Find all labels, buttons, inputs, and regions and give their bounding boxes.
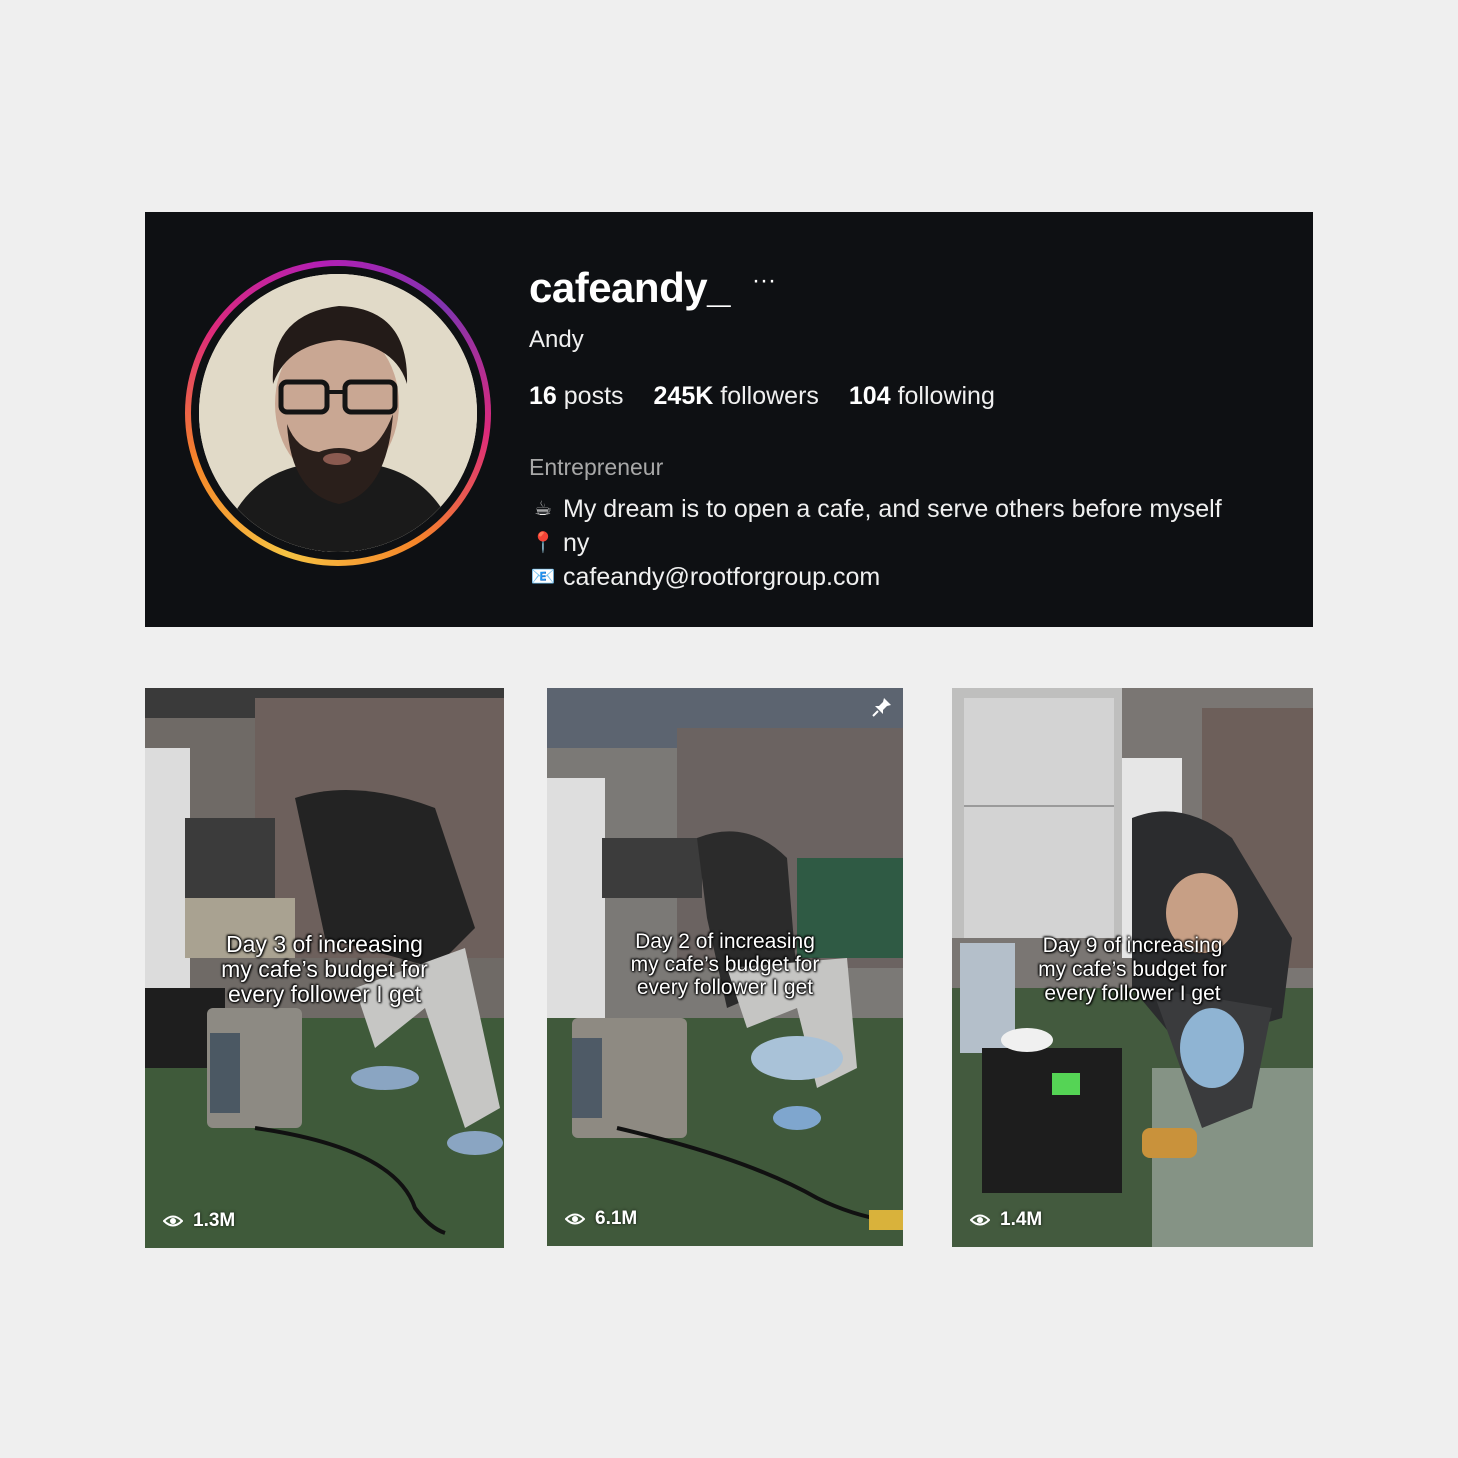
location-pin-icon: 📍 — [530, 532, 556, 554]
envelope-icon: 📧 — [530, 566, 556, 588]
profile-header: cafeandy_ ··· Andy 16 posts 245K followe… — [145, 212, 1313, 627]
view-count: 6.1M — [595, 1208, 638, 1229]
following-count: 104 — [848, 382, 891, 410]
following-stat[interactable]: 104 following — [849, 382, 995, 411]
posts-stat: 16 posts — [529, 382, 624, 411]
post-views: 6.1M — [565, 1208, 637, 1230]
pin-icon — [872, 698, 891, 717]
posts-count: 16 — [529, 382, 557, 410]
bio-line-location: 📍 ny — [529, 526, 1222, 560]
coffee-icon: ☕ — [534, 498, 552, 520]
profile-category: Entrepreneur — [529, 454, 664, 480]
post-views: 1.4M — [970, 1209, 1042, 1231]
bio-line-email: 📧 cafeandy@rootforgroup.com — [529, 560, 1222, 594]
eye-icon — [970, 1214, 990, 1226]
avatar[interactable] — [199, 274, 477, 552]
followers-label: followers — [720, 382, 819, 410]
display-name: Andy — [529, 326, 584, 353]
post-views: 1.3M — [163, 1210, 235, 1232]
avatar-story-ring[interactable] — [185, 260, 491, 566]
post-tile[interactable]: Day 3 of increasing my cafe’s budget for… — [145, 688, 504, 1248]
bio-text-dream: My dream is to open a cafe, and serve ot… — [563, 495, 1222, 523]
view-count: 1.3M — [193, 1210, 236, 1231]
posts-label: posts — [563, 382, 624, 410]
post-caption: Day 2 of increasing my cafe’s budget for… — [630, 930, 820, 999]
following-label: following — [897, 382, 995, 410]
post-caption: Day 9 of increasing my cafe’s budget for… — [1038, 934, 1227, 1005]
eye-icon — [565, 1213, 585, 1225]
username-row: cafeandy_ ··· — [529, 264, 776, 312]
username: cafeandy_ — [529, 264, 730, 311]
followers-stat[interactable]: 245K followers — [654, 382, 819, 411]
view-count: 1.4M — [1000, 1209, 1043, 1230]
bio-line-dream: ☕ My dream is to open a cafe, and serve … — [529, 492, 1222, 526]
bio-email-link[interactable]: cafeandy@rootforgroup.com — [563, 560, 880, 594]
post-tile[interactable]: Day 2 of increasing my cafe’s budget for… — [547, 688, 903, 1246]
followers-count: 245K — [653, 382, 714, 410]
avatar-image — [199, 274, 477, 552]
profile-stats: 16 posts 245K followers 104 following — [529, 382, 995, 411]
more-options-icon[interactable]: ··· — [752, 269, 776, 293]
profile-bio: ☕ My dream is to open a cafe, and serve … — [529, 492, 1222, 594]
bio-text-location: ny — [563, 529, 590, 557]
eye-icon — [163, 1215, 183, 1227]
post-tile[interactable]: Day 9 of increasing my cafe’s budget for… — [952, 688, 1313, 1247]
post-caption: Day 3 of increasing my cafe’s budget for… — [221, 931, 428, 1007]
